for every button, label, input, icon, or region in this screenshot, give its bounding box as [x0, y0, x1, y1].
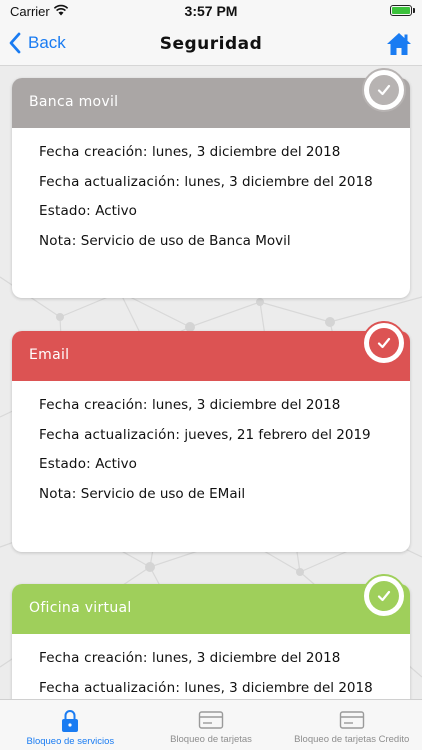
card-header: Banca movil [12, 78, 410, 128]
check-icon [377, 337, 391, 349]
row-value: lunes, 3 diciembre del 2018 [184, 679, 373, 696]
row-value: jueves, 21 febrero del 2019 [184, 426, 371, 443]
tab-label: Bloqueo de servicios [26, 736, 115, 747]
row-label: Fecha creación: [39, 650, 148, 666]
check-toggle[interactable] [362, 321, 406, 365]
row-value: Servicio de uso de EMail [80, 485, 246, 502]
note-row: Nota: Servicio de uso de Banca Movil [39, 227, 410, 257]
service-card[interactable]: Banca movil Fecha creación: lunes, 3 dic… [12, 68, 410, 298]
check-toggle[interactable] [362, 68, 406, 112]
tab-bar: Bloqueo de servicios Bloqueo de tarjetas… [0, 699, 422, 750]
tab-credit-card-lock[interactable]: Bloqueo de tarjetas Credito [281, 700, 422, 750]
card-icon [198, 711, 224, 729]
check-icon [377, 590, 391, 602]
note-row: Nota: Servicio de uso de EMail [39, 480, 410, 510]
updated-date-row: Fecha actualización: jueves, 21 febrero … [39, 421, 410, 451]
status-row: Estado: Activo [39, 197, 410, 227]
row-label: Nota: [39, 232, 77, 249]
row-label: Fecha actualización: [39, 679, 181, 696]
row-label: Fecha actualización: [39, 426, 181, 443]
card-title: Email [29, 347, 70, 363]
service-card[interactable]: Oficina virtual Fecha creación: lunes, 3… [12, 574, 410, 699]
row-value: lunes, 3 diciembre del 2018 [184, 173, 373, 190]
row-label: Fecha actualización: [39, 173, 181, 190]
row-value: Servicio de uso de Banca Movil [80, 232, 291, 249]
row-value: lunes, 3 diciembre del 2018 [151, 397, 341, 413]
battery-icon [390, 5, 412, 16]
row-label: Fecha creación: [39, 144, 148, 160]
check-icon [377, 84, 391, 96]
card-body: Fecha creación: lunes, 3 diciembre del 2… [12, 634, 410, 699]
credit-card-icon [339, 711, 364, 729]
check-toggle[interactable] [362, 574, 406, 618]
services-list[interactable]: Banca movil Fecha creación: lunes, 3 dic… [0, 67, 422, 699]
row-label: Nota: [39, 485, 77, 502]
lock-icon [62, 710, 79, 732]
card-header: Oficina virtual [12, 584, 410, 634]
status-time: 3:57 PM [184, 3, 238, 19]
row-value: lunes, 3 diciembre del 2018 [151, 144, 341, 160]
status-row: Estado: Activo [39, 450, 410, 480]
row-label: Fecha creación: [39, 397, 148, 413]
row-value: Activo [95, 203, 137, 219]
row-value: lunes, 3 diciembre del 2018 [151, 650, 341, 666]
card-body: Fecha creación: lunes, 3 diciembre del 2… [12, 381, 410, 509]
battery-tip [413, 8, 415, 13]
navigation-bar: Back Seguridad [0, 26, 422, 66]
updated-date-row: Fecha actualización: lunes, 3 diciembre … [39, 674, 410, 700]
row-value: Activo [95, 456, 137, 472]
status-bar: Carrier 3:57 PM [0, 0, 422, 26]
created-date-row: Fecha creación: lunes, 3 diciembre del 2… [39, 138, 410, 168]
card-title: Oficina virtual [29, 600, 132, 616]
card-header: Email [12, 331, 410, 381]
created-date-row: Fecha creación: lunes, 3 diciembre del 2… [39, 391, 410, 421]
service-card[interactable]: Email Fecha creación: lunes, 3 diciembre… [12, 321, 410, 552]
updated-date-row: Fecha actualización: lunes, 3 diciembre … [39, 168, 410, 198]
row-label: Estado: [39, 203, 91, 219]
home-icon[interactable] [386, 31, 412, 57]
tab-label: Bloqueo de tarjetas Credito [294, 734, 410, 745]
created-date-row: Fecha creación: lunes, 3 diciembre del 2… [39, 644, 410, 674]
page-title: Seguridad [159, 34, 263, 54]
row-label: Estado: [39, 456, 91, 472]
tab-card-lock[interactable]: Bloqueo de tarjetas [141, 700, 282, 750]
card-title: Banca movil [29, 94, 119, 110]
tab-service-lock[interactable]: Bloqueo de servicios [0, 700, 141, 750]
card-body: Fecha creación: lunes, 3 diciembre del 2… [12, 128, 410, 256]
tab-label: Bloqueo de tarjetas [170, 734, 252, 745]
